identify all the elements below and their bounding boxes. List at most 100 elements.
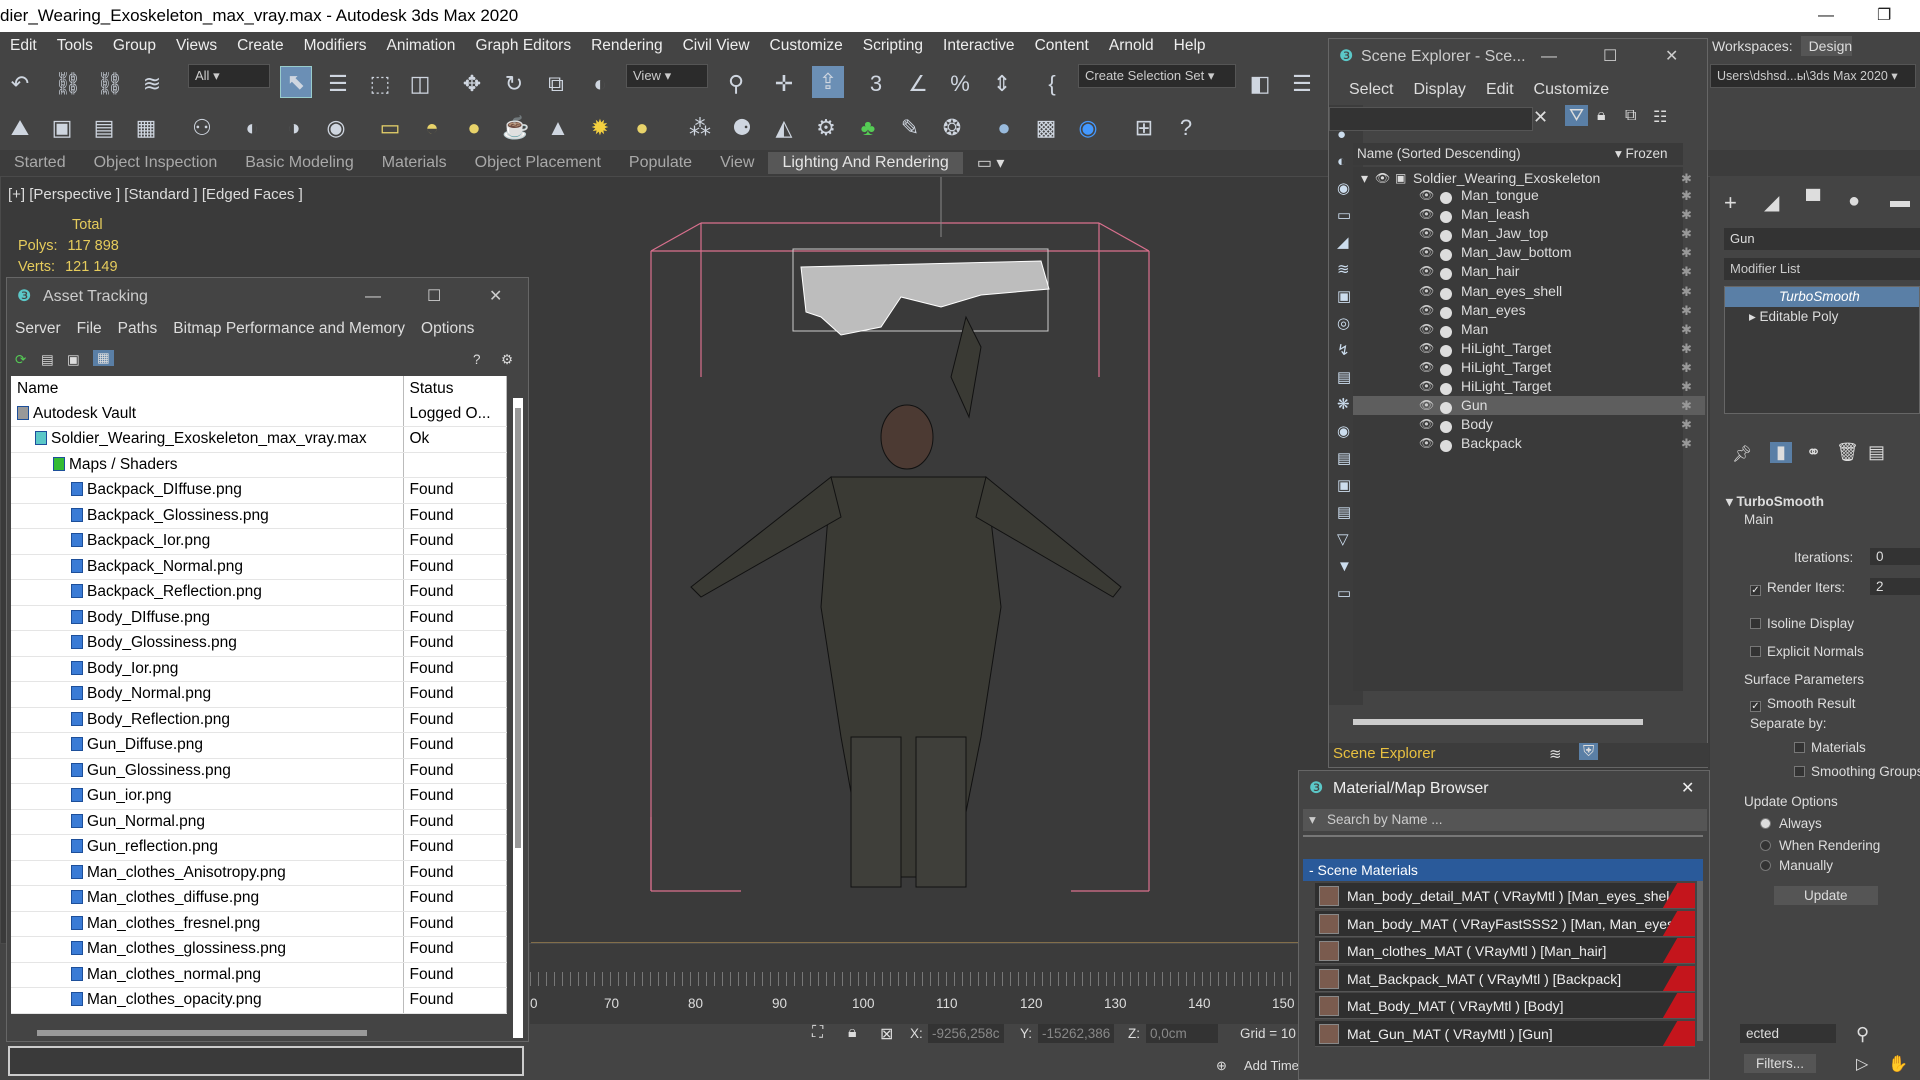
transform-mode-icon[interactable]: ⊠ [880, 1024, 893, 1044]
scene-item[interactable]: 👁︎ Backpack ✱ [1353, 434, 1705, 453]
z-coordinate-field[interactable]: 0,0cm [1146, 1024, 1218, 1043]
menu-arnold[interactable]: Arnold [1099, 37, 1164, 55]
select-by-name-icon[interactable]: ☰ [322, 68, 354, 100]
schematic-view-icon[interactable]: ⚇ [186, 112, 218, 144]
scale-icon[interactable]: ⧉ [540, 68, 572, 100]
thumbnail-view-icon[interactable]: ▣ [67, 352, 80, 368]
tab-lighting-and-rendering[interactable]: Lighting And Rendering [768, 152, 963, 174]
freeze-icon[interactable]: ✱ [1681, 434, 1692, 453]
rollout-turbosmooth[interactable]: ▾ TurboSmooth [1726, 494, 1824, 510]
eye-icon[interactable]: 👁︎ [1419, 396, 1434, 415]
scrollbar-thumb[interactable] [515, 408, 521, 848]
menu-edit[interactable]: Edit [1478, 81, 1526, 99]
freeze-icon[interactable]: ✱ [1681, 396, 1692, 415]
eye-icon[interactable]: 👁︎ [1419, 377, 1434, 396]
lock-icon[interactable]: 🔒︎ [1597, 107, 1606, 125]
help-icon[interactable]: ? [1170, 112, 1202, 144]
stack-item-turbosmooth[interactable]: TurboSmooth [1725, 287, 1919, 307]
close-icon[interactable]: ✕ [1665, 39, 1678, 75]
snaps-toggle-icon[interactable]: 3 [860, 68, 892, 100]
eye-icon[interactable]: 👁︎ [1419, 243, 1434, 262]
curve-editor-icon[interactable]: ▦ [130, 112, 162, 144]
asset-row[interactable]: Body_Normal.png Found [11, 681, 507, 708]
gear-icon[interactable]: ⚙ [810, 112, 842, 144]
project-path-dropdown[interactable]: Users\dshsd...ы\3ds Max 2020 ▾ [1710, 64, 1916, 88]
eye-icon[interactable]: 👁︎ [1419, 434, 1434, 453]
selection-dropdown[interactable]: ected [1740, 1024, 1836, 1043]
time-tag-icon[interactable]: ⊕ [1216, 1058, 1227, 1074]
x-coordinate-field[interactable]: -9256,258c [928, 1024, 1004, 1043]
scene-item[interactable]: 👁︎ Body ✱ [1353, 415, 1705, 434]
eye-icon[interactable]: 👁︎ [1419, 205, 1434, 224]
eye-icon[interactable]: 👁︎ [1419, 262, 1434, 281]
material-item[interactable]: Man_clothes_MAT ( VRayMtl ) [Man_hair] [1315, 938, 1695, 964]
modify-tab-icon[interactable]: ◢ [1764, 190, 1779, 215]
when-rendering-radio[interactable]: When Rendering [1760, 838, 1880, 853]
vertical-scrollbar[interactable] [513, 398, 523, 1038]
rendered-frame-icon[interactable]: ◉ [320, 112, 352, 144]
pin-stack-icon[interactable]: 📌︎ [1732, 444, 1752, 464]
maximize-icon[interactable]: ❐ [1877, 0, 1891, 32]
maxscript-listener[interactable] [8, 1046, 524, 1076]
menu-scripting[interactable]: Scripting [853, 37, 933, 55]
ribbon-options-icon[interactable]: ▭ ▾ [963, 153, 1019, 173]
asset-row[interactable]: Autodesk Vault Logged O... [11, 401, 507, 427]
maximize-icon[interactable]: ☐ [1603, 39, 1617, 75]
eye-icon[interactable]: 👁︎ [1419, 282, 1434, 301]
bind-spacewarp-icon[interactable]: ≋ [136, 68, 168, 100]
stack-item-editable-poly[interactable]: ▸ Editable Poly [1725, 307, 1919, 327]
hierarchy-mode-icon[interactable]: ⛨ [1579, 743, 1599, 760]
freeze-icon[interactable]: ✱ [1681, 320, 1692, 339]
filter-icon[interactable]: ⛛ [1565, 105, 1589, 126]
eye-icon[interactable]: 👁︎ [1419, 186, 1434, 205]
render-iters-spinner[interactable]: 2 [1870, 578, 1920, 595]
asset-row[interactable]: Gun_Diffuse.png Found [11, 732, 507, 759]
tab-view[interactable]: View [706, 154, 768, 172]
asset-row[interactable]: Soldier_Wearing_Exoskeleton_max_vray.max… [11, 426, 507, 453]
minimize-icon[interactable]: — [365, 278, 381, 316]
remove-modifier-icon[interactable]: 🗑︎ [1836, 442, 1859, 463]
menu-rendering[interactable]: Rendering [581, 37, 673, 55]
explicit-normals-checkbox[interactable]: Explicit Normals [1750, 644, 1864, 659]
edit-named-sets-icon[interactable]: { [1036, 68, 1068, 100]
asset-row[interactable]: Body_Glossiness.png Found [11, 630, 507, 657]
angle-snap-icon[interactable]: ∠ [902, 68, 934, 100]
tab-object-inspection[interactable]: Object Inspection [80, 154, 232, 172]
minimize-icon[interactable]: — [1818, 0, 1834, 32]
asset-row[interactable]: Maps / Shaders [11, 452, 507, 478]
isolate-icon[interactable]: ⛶ [812, 1024, 823, 1042]
refresh-icon[interactable]: ⟳ [15, 352, 26, 368]
foliage-icon[interactable]: ♣ [852, 112, 884, 144]
eye-icon[interactable]: 👁︎ [1419, 339, 1434, 358]
scene-item[interactable]: 👁︎ Gun ✱ [1353, 396, 1705, 416]
asset-row[interactable]: Body_Reflection.png Found [11, 707, 507, 733]
settings-icon[interactable]: ⚙ [501, 352, 513, 368]
freeze-icon[interactable]: ✱ [1681, 205, 1692, 224]
menu-edit[interactable]: Edit [0, 37, 47, 55]
menu-content[interactable]: Content [1025, 37, 1099, 55]
undo-icon[interactable]: ↶ [4, 68, 36, 100]
selection-filter-dropdown[interactable]: All ▾ [188, 64, 270, 88]
menu-animation[interactable]: Animation [377, 37, 466, 55]
freeze-icon[interactable]: ✱ [1681, 262, 1692, 281]
dynamics-icon[interactable]: ⚈ [726, 112, 758, 144]
menu-bitmap-performance[interactable]: Bitmap Performance and Memory [165, 320, 413, 338]
rect-selection-icon[interactable]: ⬚ [364, 68, 396, 100]
menu-customize[interactable]: Customize [1526, 81, 1622, 99]
scene-item[interactable]: 👁︎ Man_hair ✱ [1353, 262, 1705, 281]
scene-item[interactable]: 👁︎ Man_tongue ✱ [1353, 186, 1705, 205]
menu-modifiers[interactable]: Modifiers [294, 37, 377, 55]
show-end-result-icon[interactable]: ▮ [1770, 442, 1792, 463]
freeze-icon[interactable]: ✱ [1681, 282, 1692, 301]
teapot-icon[interactable]: ☕ [500, 112, 532, 144]
box-icon[interactable]: ▭ [374, 112, 406, 144]
select-object-icon[interactable]: ⬉ [280, 66, 312, 98]
isoline-checkbox[interactable]: Isoline Display [1750, 616, 1854, 631]
menu-group[interactable]: Group [103, 37, 166, 55]
close-icon[interactable]: ✕ [489, 278, 502, 316]
asset-row[interactable]: Man_clothes_Anisotropy.png Found [11, 860, 507, 886]
scene-item[interactable]: 👁︎ HiLight_Target ✱ [1353, 358, 1705, 377]
select-manipulate-icon[interactable]: ✛ [768, 68, 800, 100]
asset-row[interactable]: Gun_Glossiness.png Found [11, 758, 507, 784]
hierarchy-icon[interactable]: ☷ [1653, 107, 1667, 127]
